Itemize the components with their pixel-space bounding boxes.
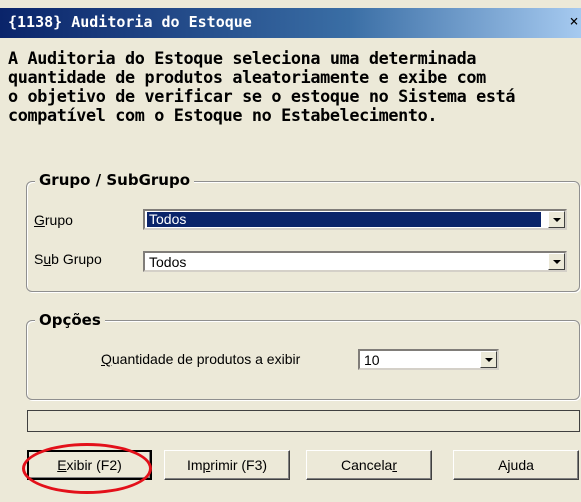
description-line: o objetivo de verificar se o estoque no … xyxy=(8,86,516,106)
quantidade-select[interactable]: 10 xyxy=(358,349,499,370)
cancelar-button[interactable]: Cancelar xyxy=(306,450,432,480)
quantidade-select-value: 10 xyxy=(364,352,380,368)
imprimir-button[interactable]: Imprimir (F3) xyxy=(164,450,290,480)
progress-bar xyxy=(27,410,580,432)
ajuda-button[interactable]: Ajuda xyxy=(453,450,579,480)
window-title: {1138} Auditoria do Estoque xyxy=(8,13,252,31)
description-line: A Auditoria do Estoque seleciona uma det… xyxy=(8,48,477,68)
quantidade-label: Quantidade de produtos a exibir xyxy=(101,351,301,367)
grupo-select[interactable]: Todos xyxy=(143,209,567,230)
grupo-subgrupo-groupbox xyxy=(26,181,580,292)
grupo-subgrupo-legend: Grupo / SubGrupo xyxy=(35,171,195,189)
grupo-label: Grupo xyxy=(34,212,73,228)
subgrupo-select-value: Todos xyxy=(149,254,187,270)
description-line: quantidade de produtos aleatoriamente e … xyxy=(8,67,486,87)
close-icon[interactable]: × xyxy=(567,12,581,32)
title-bar: {1138} Auditoria do Estoque × xyxy=(0,8,581,38)
subgrupo-select[interactable]: Todos xyxy=(143,251,567,272)
dropdown-arrow-icon[interactable] xyxy=(548,211,565,228)
annotation-highlight-circle xyxy=(22,443,152,494)
description-text: A Auditoria do Estoque seleciona uma det… xyxy=(8,49,580,125)
subgrupo-label: Sub Grupo xyxy=(34,251,102,267)
opcoes-legend: Opções xyxy=(35,311,105,329)
dialog-window: {1138} Auditoria do Estoque × A Auditori… xyxy=(0,0,581,502)
grupo-select-value: Todos xyxy=(146,211,542,228)
dropdown-arrow-icon[interactable] xyxy=(548,253,565,270)
dropdown-arrow-icon[interactable] xyxy=(480,351,497,368)
description-line: compatível com o Estoque no Estabelecime… xyxy=(8,105,438,125)
